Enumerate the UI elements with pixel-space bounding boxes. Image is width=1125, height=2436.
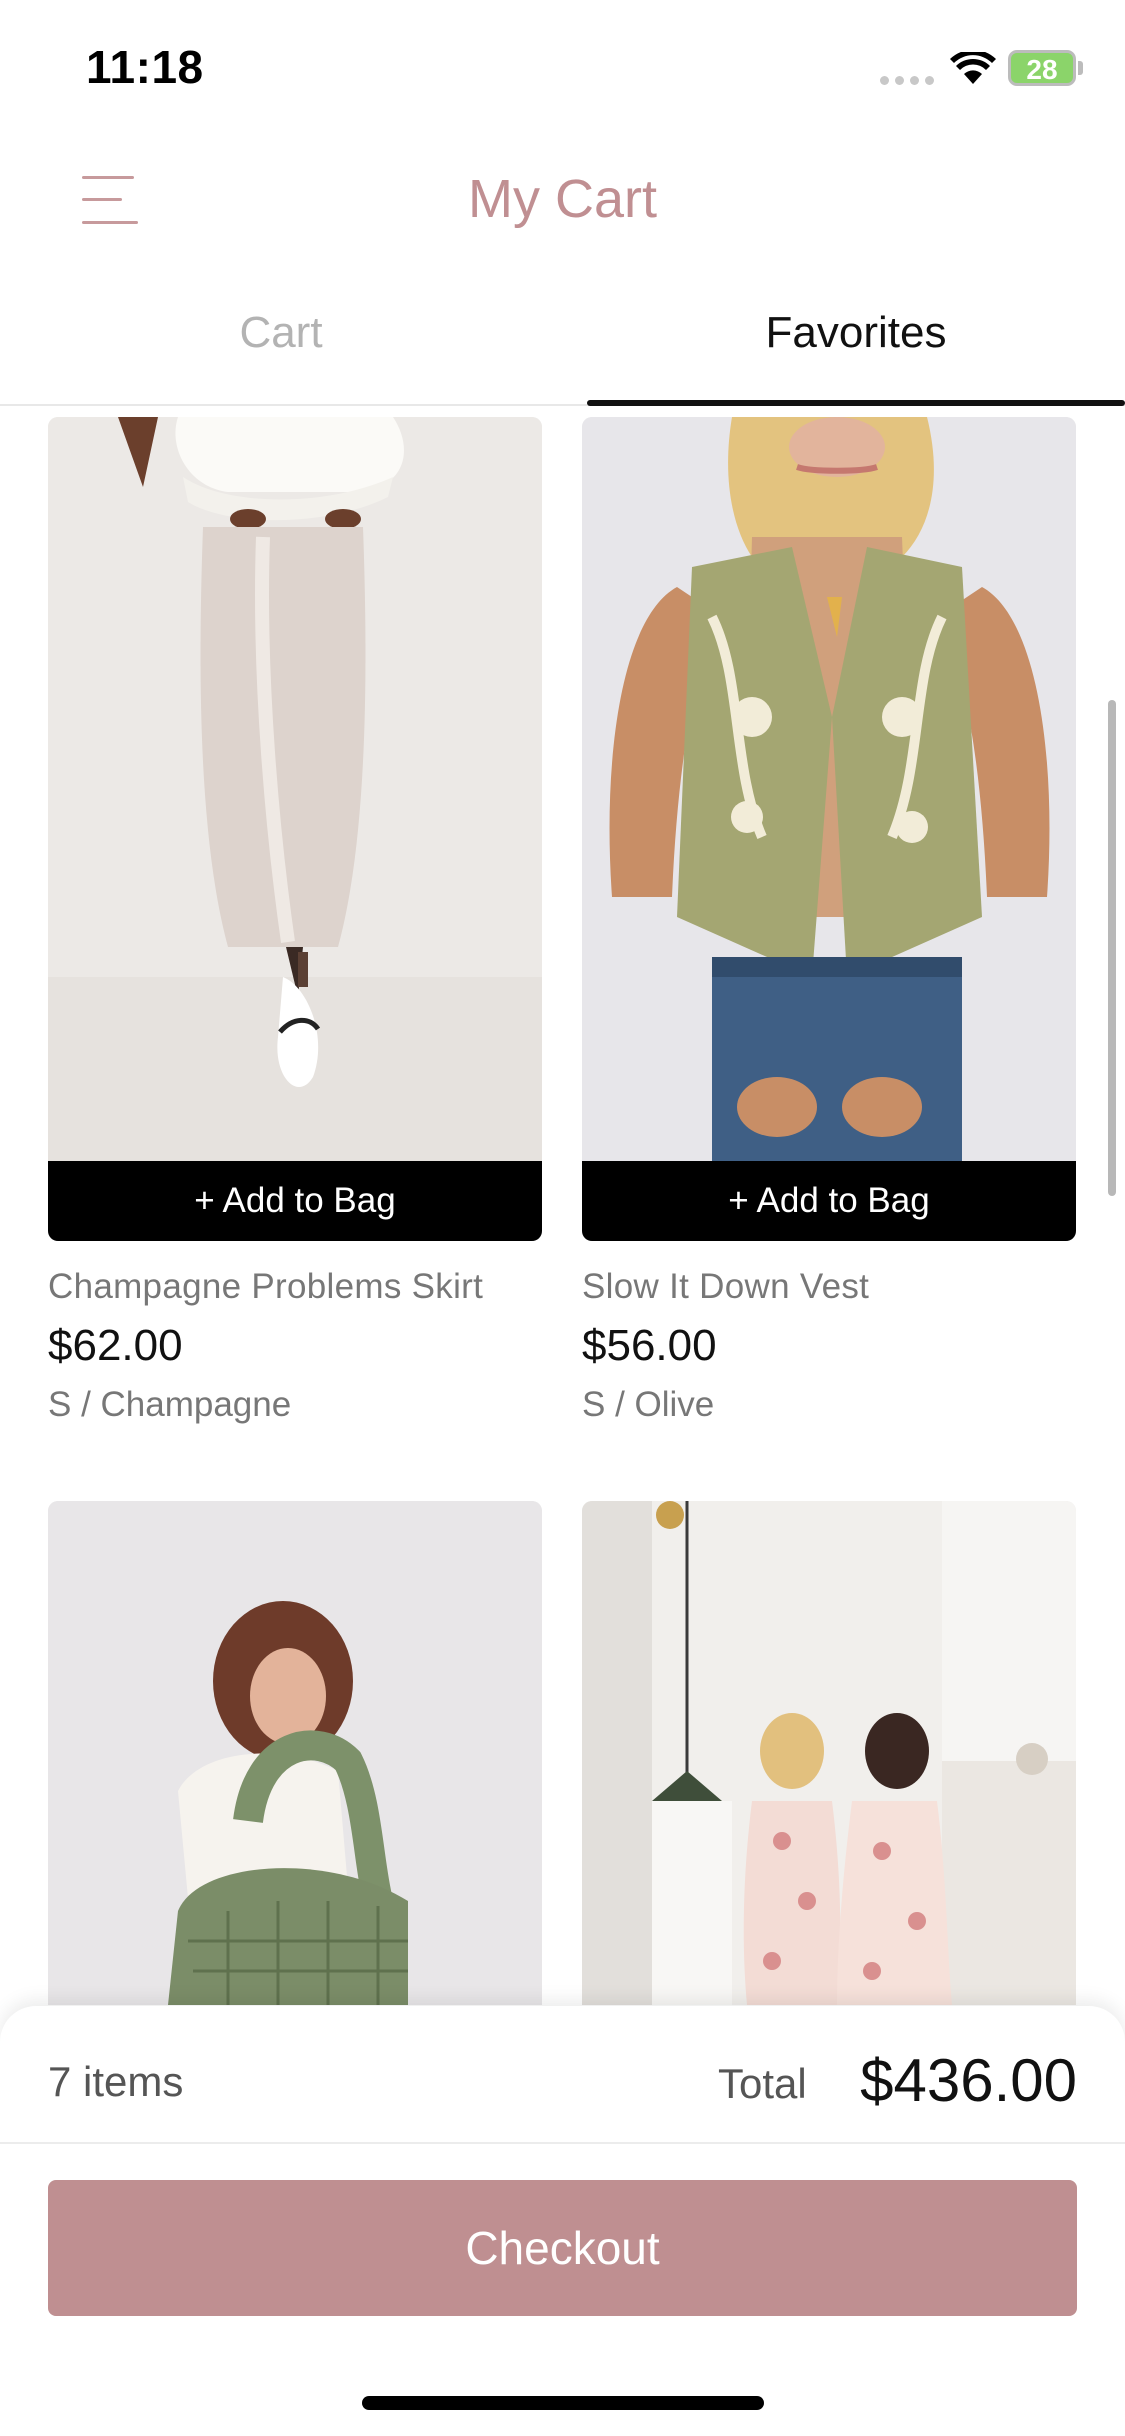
status-bar: 11:18 28 [0,0,1125,130]
product-image[interactable] [582,1501,1076,2005]
product-card: + Add to Bag Champagne Problems Skirt $6… [48,417,542,1425]
status-time: 11:18 [86,41,204,93]
checkout-button[interactable]: Checkout [48,2180,1077,2316]
product-name[interactable]: Slow It Down Vest [582,1267,1076,1307]
product-card [582,1501,1076,2005]
product-image[interactable] [582,417,1076,1161]
total-value: $436.00 [860,2047,1077,2114]
add-to-bag-button[interactable]: + Add to Bag [582,1161,1076,1241]
product-card: + Add to Bag Slow It Down Vest $56.00 S … [582,417,1076,1425]
cellular-signal-icon [880,76,934,85]
home-indicator [362,2396,764,2410]
tab-bar: Cart Favorites [0,290,1125,406]
battery-level: 28 [1026,54,1058,85]
product-image[interactable] [48,1501,542,2005]
product-name[interactable]: Champagne Problems Skirt [48,1267,542,1307]
product-variant: S / Olive [582,1385,715,1424]
wifi-icon [950,52,996,84]
product-variant: S / Champagne [48,1385,292,1424]
total-label: Total [718,2060,807,2107]
scrollbar[interactable] [1108,700,1116,1196]
battery-icon: 28 [1008,50,1076,86]
add-to-bag-button[interactable]: + Add to Bag [48,1161,542,1241]
app-header: My Cart [0,140,1125,260]
checkout-area: Checkout [0,2144,1125,2436]
active-tab-indicator [587,400,1125,406]
tab-favorites[interactable]: Favorites [587,290,1125,406]
product-price: $62.00 [48,1321,183,1370]
product-image[interactable] [48,417,542,1161]
cart-summary: 7 items Total $436.00 [0,2006,1125,2144]
page-title: My Cart [468,169,657,229]
battery-tip [1078,61,1083,75]
product-price: $56.00 [582,1321,717,1370]
tab-cart[interactable]: Cart [0,290,562,406]
product-card [48,1501,542,2005]
items-count: 7 items [48,2058,184,2105]
